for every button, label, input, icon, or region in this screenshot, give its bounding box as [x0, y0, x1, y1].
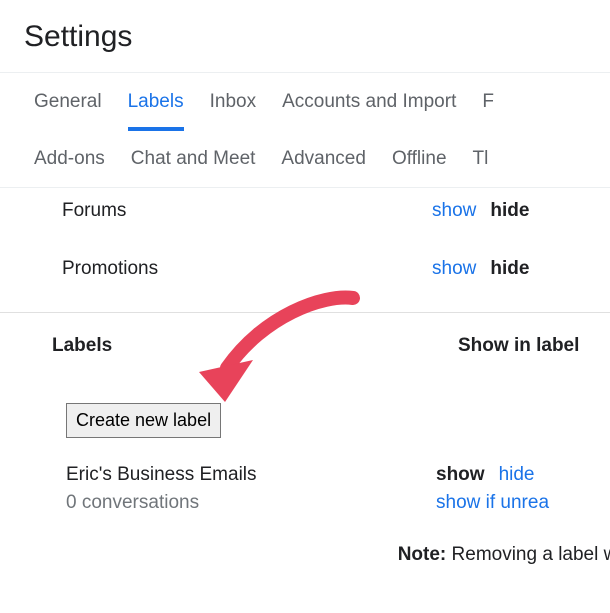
page-title: Settings — [0, 0, 610, 72]
settings-content: Forums show hide Promotions show hide La… — [0, 188, 610, 514]
tab-chat-meet[interactable]: Chat and Meet — [131, 130, 256, 188]
tab-addons[interactable]: Add-ons — [34, 130, 105, 188]
show-selected[interactable]: show — [436, 464, 485, 486]
column-header-show-in-label: Show in label — [458, 335, 579, 357]
hide-link[interactable]: hide — [499, 464, 535, 486]
tab-advanced[interactable]: Advanced — [281, 130, 366, 188]
tab-accounts-import[interactable]: Accounts and Import — [282, 73, 456, 131]
tab-truncated-1[interactable]: F — [482, 73, 494, 131]
tab-labels[interactable]: Labels — [128, 73, 184, 131]
settings-tabs: General Labels Inbox Accounts and Import… — [0, 73, 610, 188]
show-link[interactable]: show — [432, 200, 476, 222]
note-prefix: Note: — [398, 544, 447, 565]
tab-offline[interactable]: Offline — [392, 130, 447, 188]
labels-heading: Labels — [52, 335, 458, 357]
hide-selected[interactable]: hide — [490, 200, 529, 222]
tab-truncated-2[interactable]: Tl — [473, 130, 489, 188]
label-name: Eric's Business Emails — [66, 464, 436, 486]
tab-inbox[interactable]: Inbox — [210, 73, 256, 131]
note-text: Note: Removing a label will — [330, 506, 610, 566]
category-name: Forums — [62, 200, 432, 222]
note-body: Removing a label will — [446, 544, 610, 565]
label-row: Eric's Business Emails 0 conversations s… — [0, 450, 610, 514]
labels-section-header: Labels Show in label — [0, 312, 610, 357]
tab-general[interactable]: General — [34, 73, 102, 131]
category-name: Promotions — [62, 258, 432, 280]
show-link[interactable]: show — [432, 258, 476, 280]
category-row-promotions: Promotions show hide — [0, 246, 610, 304]
category-row-forums: Forums show hide — [0, 188, 610, 246]
create-new-label-button[interactable]: Create new label — [66, 403, 221, 438]
hide-selected[interactable]: hide — [490, 258, 529, 280]
